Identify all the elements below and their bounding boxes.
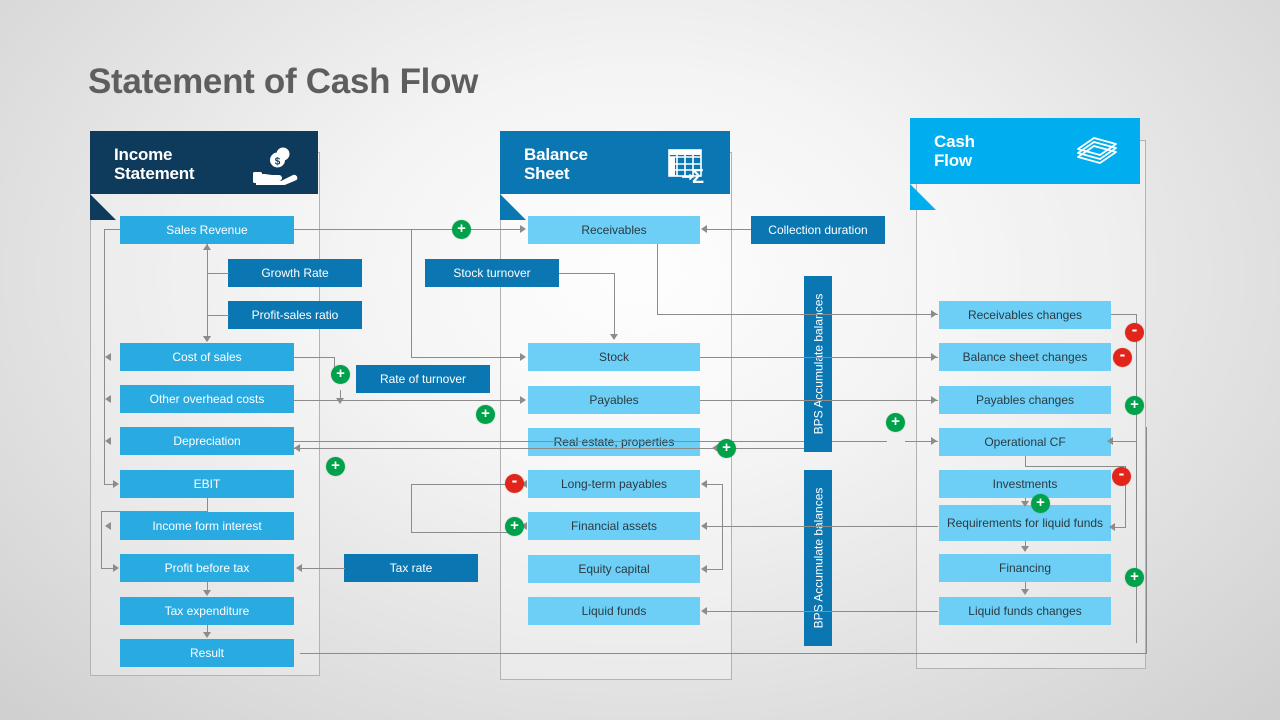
- node-financing[interactable]: Financing: [939, 554, 1111, 582]
- plus-badge-payables-changes: +: [1125, 396, 1144, 415]
- node-requirements-liquid-funds[interactable]: Requirements for liquid funds: [939, 505, 1111, 541]
- node-investments[interactable]: Investments: [939, 470, 1111, 498]
- node-financial-assets[interactable]: Financial assets: [528, 512, 700, 540]
- node-long-term-payables[interactable]: Long-term payables: [528, 470, 700, 498]
- plus-badge-payables: +: [476, 405, 495, 424]
- income-statement-header: Income Statement $: [90, 131, 318, 220]
- plus-badge-sales-to-receivables: +: [452, 220, 471, 239]
- node-ebit[interactable]: EBIT: [120, 470, 294, 498]
- income-statement-header-tail: [90, 194, 116, 220]
- node-payables-changes[interactable]: Payables changes: [939, 386, 1111, 414]
- minus-badge-receivables-changes: -: [1125, 321, 1144, 342]
- hand-with-coin-icon: $: [252, 145, 298, 187]
- accumulator-lower[interactable]: BPS Accumulate balances: [804, 470, 832, 646]
- plus-badge-cost-of-sales: +: [331, 365, 350, 384]
- node-cost-of-sales[interactable]: Cost of sales: [120, 343, 294, 371]
- node-income-from-interest[interactable]: Income form interest: [120, 512, 294, 540]
- driver-tax-rate[interactable]: Tax rate: [344, 554, 478, 582]
- svg-text:Σ: Σ: [692, 166, 704, 185]
- node-other-overhead-costs[interactable]: Other overhead costs: [120, 385, 294, 413]
- income-statement-title: Income Statement: [114, 145, 195, 183]
- node-liquid-funds-changes[interactable]: Liquid funds changes: [939, 597, 1111, 625]
- cash-flow-title: Cash Flow: [934, 132, 975, 170]
- diagram-canvas: Statement of Cash Flow Income Statement …: [0, 0, 1280, 720]
- accumulator-lower-label: BPS Accumulate balances: [811, 487, 825, 629]
- cash-flow-header: Cash Flow: [910, 118, 1140, 210]
- plus-badge-accumulate-operational: +: [886, 413, 905, 432]
- spreadsheet-sum-icon: Σ: [664, 145, 710, 188]
- plus-badge-financing: +: [1125, 568, 1144, 587]
- node-depreciation[interactable]: Depreciation: [120, 427, 294, 455]
- plus-badge-requirements: +: [1031, 494, 1050, 513]
- node-payables[interactable]: Payables: [528, 386, 700, 414]
- svg-text:$: $: [275, 157, 281, 168]
- node-tax-expenditure[interactable]: Tax expenditure: [120, 597, 294, 625]
- driver-stock-turnover[interactable]: Stock turnover: [425, 259, 559, 287]
- balance-sheet-header: Balance Sheet Σ: [500, 131, 730, 220]
- balance-sheet-header-tail: [500, 194, 526, 220]
- node-equity-capital[interactable]: Equity capital: [528, 555, 700, 583]
- node-balance-sheet-changes[interactable]: Balance sheet changes: [939, 343, 1111, 371]
- plus-badge-real-estate: +: [717, 439, 736, 458]
- balance-sheet-title: Balance Sheet: [524, 145, 588, 183]
- driver-collection-duration[interactable]: Collection duration: [751, 216, 885, 244]
- accumulator-upper[interactable]: BPS Accumulate balances: [804, 276, 832, 452]
- node-profit-before-tax[interactable]: Profit before tax: [120, 554, 294, 582]
- plus-badge-depreciation: +: [326, 457, 345, 476]
- driver-growth-rate[interactable]: Growth Rate: [228, 259, 362, 287]
- minus-badge-balance-sheet-changes: -: [1113, 346, 1132, 367]
- cash-flow-header-tail: [910, 184, 936, 210]
- node-stock[interactable]: Stock: [528, 343, 700, 371]
- page-title: Statement of Cash Flow: [88, 62, 479, 101]
- cash-stack-icon: [1074, 132, 1120, 172]
- node-operational-cf[interactable]: Operational CF: [939, 428, 1111, 456]
- node-result[interactable]: Result: [120, 639, 294, 667]
- minus-badge-investments: -: [1112, 465, 1131, 486]
- node-receivables[interactable]: Receivables: [528, 216, 700, 244]
- minus-badge-long-term-payables: -: [505, 472, 524, 493]
- node-receivables-changes[interactable]: Receivables changes: [939, 301, 1111, 329]
- node-liquid-funds[interactable]: Liquid funds: [528, 597, 700, 625]
- node-sales-revenue[interactable]: Sales Revenue: [120, 216, 294, 244]
- node-real-estate-properties[interactable]: Real estate, properties: [528, 428, 700, 456]
- driver-rate-of-turnover[interactable]: Rate of turnover: [356, 365, 490, 393]
- plus-badge-financial-assets: +: [505, 517, 524, 536]
- driver-profit-sales-ratio[interactable]: Profit-sales ratio: [228, 301, 362, 329]
